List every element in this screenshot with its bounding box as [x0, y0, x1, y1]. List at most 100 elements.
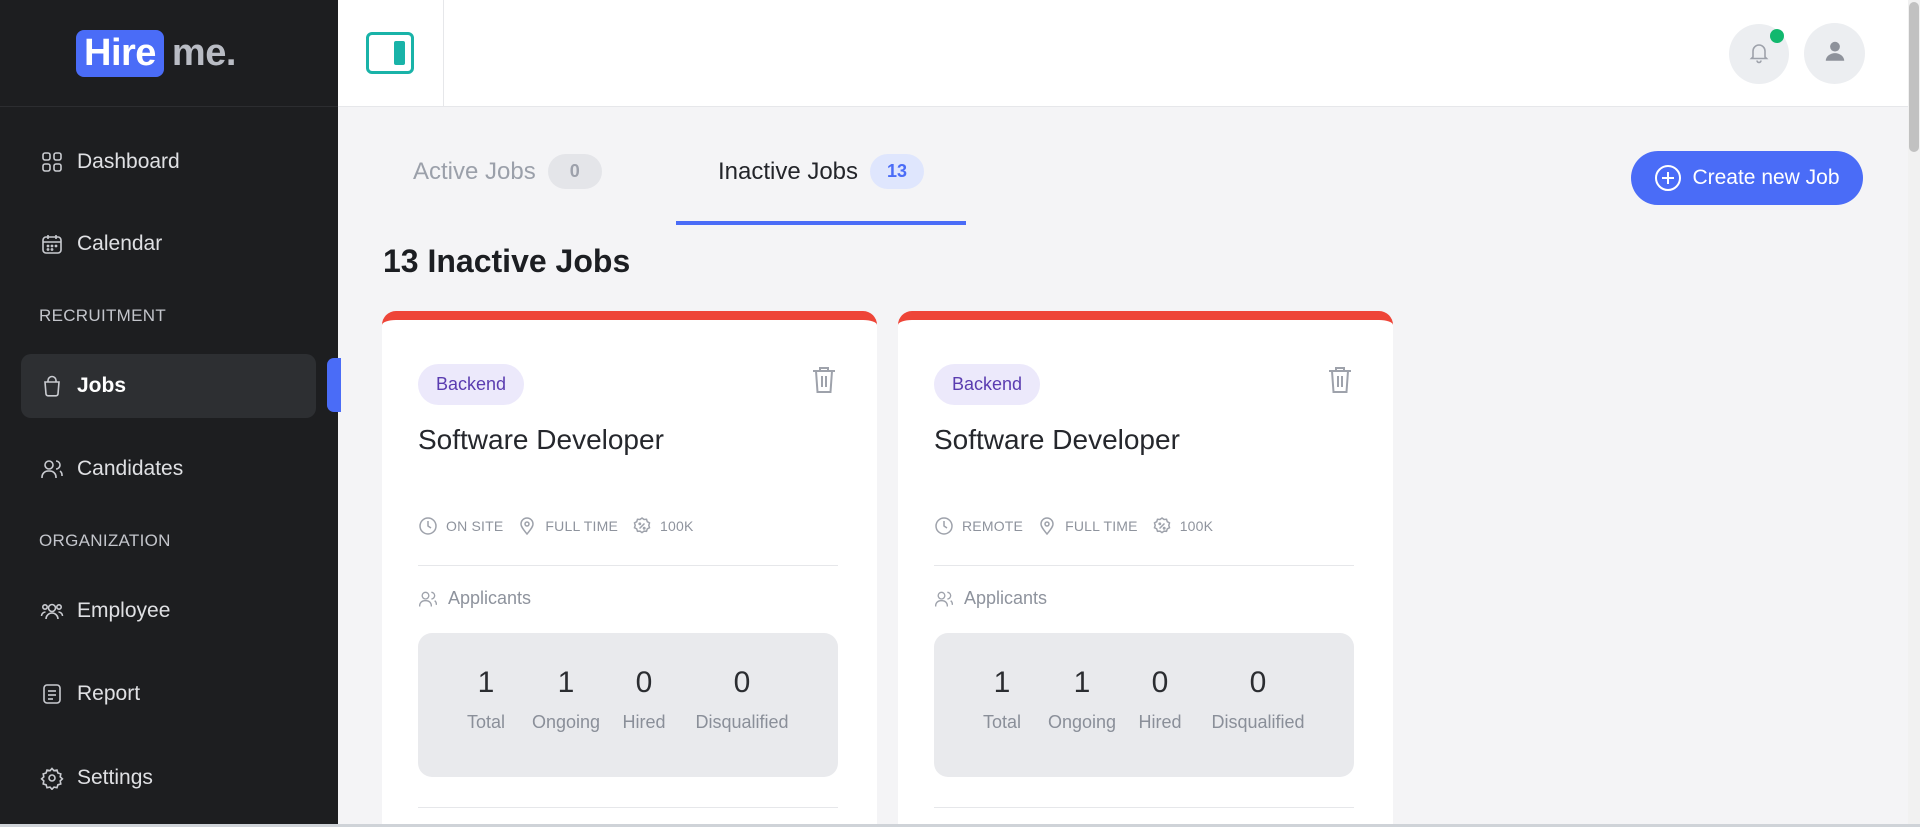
- stat-total: 1 Total: [456, 666, 516, 733]
- salary-badge-icon: [633, 517, 651, 534]
- sidebar-item-employee[interactable]: Employee: [21, 579, 316, 643]
- stat-label: Disqualified: [1211, 712, 1305, 732]
- users-icon: [39, 456, 65, 482]
- calendar-icon: [39, 231, 65, 257]
- tab-label: Active Jobs: [413, 158, 536, 185]
- sidebar: Hire me. Dashboard Calendar RECRUITMENT …: [0, 0, 341, 827]
- create-job-button[interactable]: Create new Job: [1631, 151, 1863, 205]
- job-card[interactable]: Backend Software Developer ON SITE FULL …: [382, 311, 877, 827]
- sidebar-item-candidates[interactable]: Candidates: [21, 437, 316, 501]
- sidebar-item-label: Report: [77, 682, 141, 705]
- sidebar-item-label: Dashboard: [77, 150, 180, 173]
- grid-icon: [39, 149, 65, 175]
- applicant-stats: 1 Total 1 Ongoing 0 Hired 0 Disqualified: [418, 633, 838, 777]
- stat-value: 1: [1073, 666, 1091, 699]
- stat-value: 1: [993, 666, 1011, 699]
- sidebar-item-label: Settings: [77, 766, 153, 789]
- category-badge: Backend: [934, 364, 1041, 405]
- stat-label: Disqualified: [695, 712, 789, 732]
- clock-icon: [419, 517, 437, 535]
- stat-label: Ongoing: [531, 712, 601, 732]
- job-card[interactable]: Backend Software Developer REMOTE FULL T…: [898, 311, 1393, 827]
- job-employment-type: FULL TIME: [1065, 518, 1138, 534]
- employee-group-icon: [39, 598, 65, 624]
- topbar: [338, 0, 1908, 107]
- stat-value: 1: [477, 666, 495, 699]
- plus-circle-icon: [1654, 164, 1682, 192]
- salary-badge-icon: [1153, 517, 1171, 534]
- stat-ongoing: 1 Ongoing: [1042, 666, 1122, 733]
- stat-hired: 0 Hired: [614, 666, 674, 733]
- stat-value: 0: [635, 666, 653, 699]
- category-badge: Backend: [418, 364, 525, 405]
- sidebar-item-jobs[interactable]: Jobs: [21, 354, 316, 418]
- bell-icon: [1747, 40, 1771, 69]
- trash-icon[interactable]: [811, 365, 837, 395]
- sidebar-item-calendar[interactable]: Calendar: [21, 212, 316, 276]
- avatar[interactable]: [1804, 23, 1865, 84]
- notification-dot: [1770, 29, 1784, 43]
- stat-value: 0: [1151, 666, 1169, 699]
- applicants-label: Applicants: [964, 588, 1048, 608]
- stat-label: Hired: [1138, 712, 1182, 732]
- map-pin-icon: [520, 517, 535, 536]
- briefcase-icon: [39, 373, 65, 399]
- stat-label: Total: [466, 712, 506, 732]
- stat-label: Total: [982, 712, 1022, 732]
- map-pin-icon: [1040, 517, 1054, 536]
- stat-disqualified: 0 Disqualified: [682, 666, 802, 733]
- stat-label: Ongoing: [1047, 712, 1117, 732]
- job-location-type: ON SITE: [446, 518, 504, 534]
- divider: [418, 807, 838, 808]
- scrollbar-thumb[interactable]: [1909, 2, 1919, 152]
- tab-count-badge: 0: [547, 154, 602, 189]
- logo-me: me.: [171, 32, 236, 74]
- sidebar-item-label: Jobs: [77, 374, 127, 397]
- applicants-heading: Applicants: [934, 588, 1047, 609]
- section-label-recruitment: RECRUITMENT: [39, 306, 167, 325]
- job-location-type: REMOTE: [962, 518, 1024, 534]
- sidebar-item-dashboard[interactable]: Dashboard: [21, 130, 316, 194]
- stat-disqualified: 0 Disqualified: [1198, 666, 1318, 733]
- topbar-separator: [443, 0, 444, 107]
- logo-hire: Hire: [76, 30, 164, 77]
- page-title: 13 Inactive Jobs: [383, 243, 631, 279]
- applicants-label: Applicants: [448, 588, 532, 608]
- sidebar-item-report[interactable]: Report: [21, 662, 316, 726]
- gear-icon: [39, 765, 65, 791]
- job-employment-type: FULL TIME: [545, 518, 619, 534]
- job-meta: ON SITE FULL TIME 100K: [418, 516, 708, 536]
- sidebar-item-label: Calendar: [77, 232, 163, 255]
- tab-active-jobs[interactable]: Active Jobs 0: [413, 150, 602, 225]
- users-icon: [419, 591, 437, 606]
- job-salary: 100K: [1179, 518, 1214, 534]
- stat-hired: 0 Hired: [1130, 666, 1190, 733]
- user-icon: [1822, 38, 1848, 69]
- stat-total: 1 Total: [972, 666, 1032, 733]
- job-title: Software Developer: [418, 424, 664, 455]
- job-meta: REMOTE FULL TIME 100K: [934, 516, 1227, 536]
- job-salary: 100K: [660, 518, 694, 534]
- stat-ongoing: 1 Ongoing: [526, 666, 606, 733]
- users-icon: [935, 591, 953, 606]
- applicant-stats: 1 Total 1 Ongoing 0 Hired 0 Disqualified: [934, 633, 1354, 777]
- stat-value: 1: [557, 666, 575, 699]
- active-indicator: [327, 358, 341, 412]
- trash-icon[interactable]: [1327, 365, 1353, 395]
- panel-toggle-icon[interactable]: [366, 32, 414, 74]
- report-icon: [39, 681, 65, 707]
- sidebar-item-settings[interactable]: Settings: [21, 746, 316, 810]
- sidebar-item-label: Employee: [77, 599, 171, 622]
- tab-count-badge: 13: [870, 154, 925, 189]
- stat-label: Hired: [622, 712, 666, 732]
- clock-icon: [935, 517, 953, 535]
- sidebar-divider: [0, 106, 338, 107]
- section-label-organization: ORGANIZATION: [39, 531, 171, 550]
- logo[interactable]: Hire me.: [76, 26, 236, 81]
- create-job-label: Create new Job: [1692, 166, 1840, 189]
- stat-value: 0: [1249, 666, 1267, 699]
- tab-inactive-jobs[interactable]: Inactive Jobs 13: [676, 150, 966, 225]
- applicants-heading: Applicants: [418, 588, 531, 609]
- job-title: Software Developer: [934, 424, 1180, 455]
- divider: [934, 565, 1354, 566]
